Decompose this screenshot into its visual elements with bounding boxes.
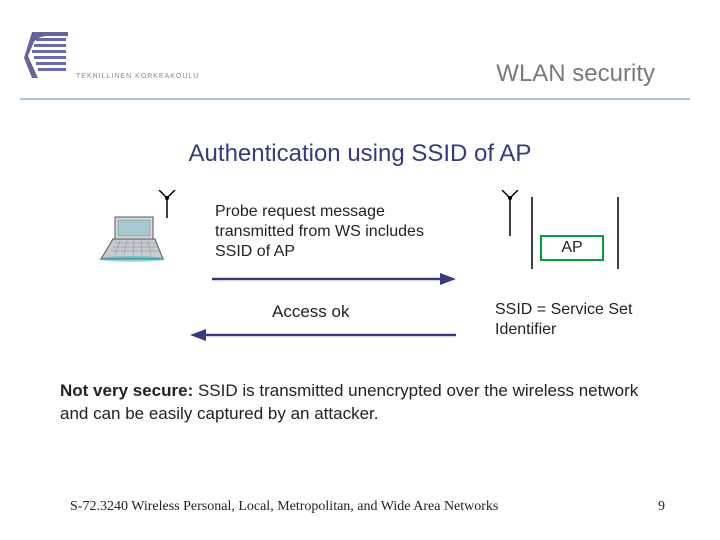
auth-diagram: Probe request message transmitted from W… [0,190,720,350]
logo-subtitle: TEKNILLINEN KORKEAKOULU [76,73,199,80]
slide-title: Authentication using SSID of AP [0,140,720,168]
ap-box: AP [540,235,604,261]
security-note: Not very secure: SSID is transmitted une… [60,380,660,426]
slide-header: TEKNILLINEN KORKEAKOULU WLAN security [20,30,700,90]
page-number: 9 [658,499,665,515]
arrow-left-icon [190,328,456,347]
header-divider [20,98,690,100]
note-lead: Not very secure: [60,381,198,400]
ap-label: AP [561,239,582,256]
footer-course: S-72.3240 Wireless Personal, Local, Metr… [70,499,680,515]
ssid-definition: SSID = Service Set Identifier [495,300,665,340]
header-title: WLAN security [496,60,655,88]
ap-bracket-icon [0,195,720,275]
access-ok-label: Access ok [272,302,349,322]
tkk-logo: TEKNILLINEN KORKEAKOULU [20,30,220,95]
